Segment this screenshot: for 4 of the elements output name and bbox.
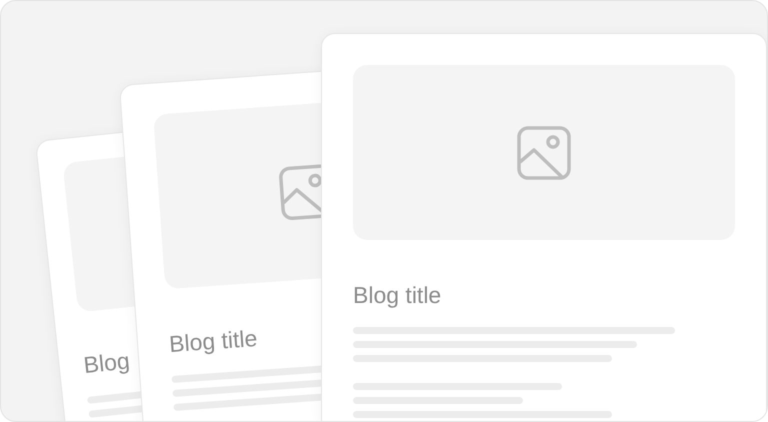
image-icon: [517, 126, 571, 180]
card-title: Blog title: [353, 282, 442, 309]
card-title: Blog: [82, 347, 131, 380]
card-title: Blog title: [168, 325, 258, 358]
